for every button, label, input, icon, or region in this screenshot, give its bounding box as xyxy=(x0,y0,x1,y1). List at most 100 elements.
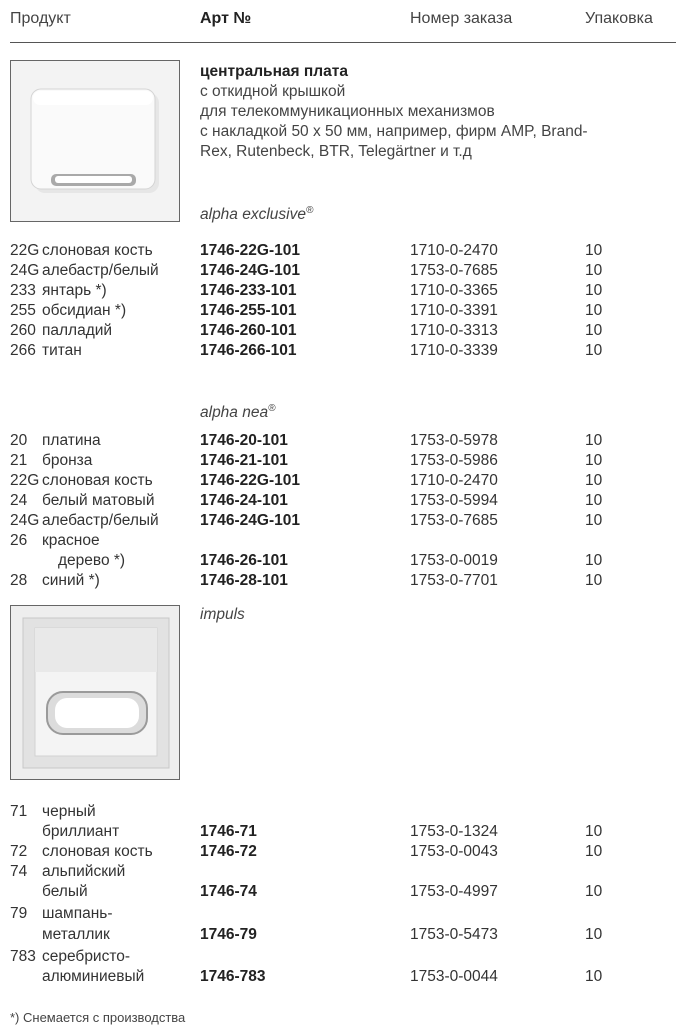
row-order: 1753-0-5986 xyxy=(410,452,498,469)
row-order: 1753-0-7685 xyxy=(410,512,498,529)
row-code: 79 xyxy=(10,905,28,922)
header-rule xyxy=(10,42,676,43)
row-pack: 10 xyxy=(585,342,603,359)
row-code: 24G xyxy=(10,512,40,529)
row-order: 1753-0-1324 xyxy=(410,823,498,840)
row-pack: 10 xyxy=(585,242,603,259)
row-name: красное xyxy=(42,532,100,549)
row-article: 1746-74 xyxy=(200,883,257,900)
row-pack: 10 xyxy=(585,926,603,943)
flap-cover-drawing xyxy=(11,61,179,221)
row-code: 24 xyxy=(10,492,28,509)
row-order: 1753-0-0044 xyxy=(410,968,498,985)
row-order: 1710-0-3391 xyxy=(410,302,498,319)
row-article: 1746-783 xyxy=(200,968,266,985)
row-order: 1753-0-4997 xyxy=(410,883,498,900)
row-article: 1746-79 xyxy=(200,926,257,943)
row-name: слоновая кость xyxy=(42,242,153,259)
row-pack: 10 xyxy=(585,552,603,569)
row-code: 22G xyxy=(10,242,40,259)
row-name-cont: белый xyxy=(42,883,88,900)
row-name: серебристо- xyxy=(42,948,131,965)
row-code: 266 xyxy=(10,342,36,359)
row-code: 74 xyxy=(10,863,28,880)
row-pack: 10 xyxy=(585,968,603,985)
row-code: 26 xyxy=(10,532,28,549)
header-article: Арт № xyxy=(200,10,252,27)
header-order: Номер заказа xyxy=(410,10,513,27)
row-order: 1710-0-2470 xyxy=(410,242,498,259)
row-order: 1753-0-5994 xyxy=(410,492,498,509)
row-order: 1753-0-0043 xyxy=(410,843,498,860)
row-pack: 10 xyxy=(585,572,603,589)
row-code: 21 xyxy=(10,452,28,469)
row-code: 72 xyxy=(10,843,28,860)
impuls-plate-drawing xyxy=(11,606,179,779)
row-name: слоновая кость xyxy=(42,843,153,860)
row-code: 28 xyxy=(10,572,28,589)
row-order: 1753-0-0019 xyxy=(410,552,498,569)
product-title: центральная плата xyxy=(200,63,348,80)
row-article: 1746-20-101 xyxy=(200,432,288,449)
series-title-nea: alpha nea® xyxy=(200,403,276,422)
row-pack: 10 xyxy=(585,432,603,449)
row-article: 1746-71 xyxy=(200,823,257,840)
row-name-cont: бриллиант xyxy=(42,823,120,840)
row-article: 1746-24G-101 xyxy=(200,262,300,279)
row-name: алебастр/белый xyxy=(42,262,159,279)
series-title-impuls: impuls xyxy=(200,606,245,623)
row-order: 1710-0-3365 xyxy=(410,282,498,299)
row-order: 1710-0-3313 xyxy=(410,322,498,339)
row-order: 1710-0-3339 xyxy=(410,342,498,359)
row-pack: 10 xyxy=(585,512,603,529)
row-article: 1746-22G-101 xyxy=(200,472,300,489)
row-code: 24G xyxy=(10,262,40,279)
row-pack: 10 xyxy=(585,472,603,489)
product-desc-line: с откидной крышкой xyxy=(200,83,346,100)
row-code: 233 xyxy=(10,282,36,299)
row-name: обсидиан *) xyxy=(42,302,127,319)
row-article: 1746-26-101 xyxy=(200,552,288,569)
product-desc-line: Rex, Rutenbeck, BTR, Telegärtner и т.д xyxy=(200,143,472,160)
row-pack: 10 xyxy=(585,843,603,860)
row-pack: 10 xyxy=(585,282,603,299)
row-article: 1746-72 xyxy=(200,843,257,860)
row-order: 1753-0-5978 xyxy=(410,432,498,449)
row-name: янтарь *) xyxy=(42,282,107,299)
row-pack: 10 xyxy=(585,823,603,840)
row-pack: 10 xyxy=(585,302,603,319)
row-code: 260 xyxy=(10,322,36,339)
row-order: 1710-0-2470 xyxy=(410,472,498,489)
row-name-cont: дерево *) xyxy=(58,552,126,569)
row-code: 255 xyxy=(10,302,36,319)
row-order: 1753-0-7701 xyxy=(410,572,498,589)
row-article: 1746-21-101 xyxy=(200,452,288,469)
row-pack: 10 xyxy=(585,492,603,509)
product-desc-line: для телекоммуникационных механизмов xyxy=(200,103,495,120)
row-article: 1746-266-101 xyxy=(200,342,297,359)
row-code: 783 xyxy=(10,948,36,965)
row-code: 71 xyxy=(10,803,28,820)
row-pack: 10 xyxy=(585,883,603,900)
row-name: палладий xyxy=(42,322,113,339)
row-article: 1746-22G-101 xyxy=(200,242,300,259)
header-product: Продукт xyxy=(10,10,71,27)
row-pack: 10 xyxy=(585,452,603,469)
row-name: платина xyxy=(42,432,101,449)
row-name-cont: алюминиевый xyxy=(42,968,145,985)
row-article: 1746-255-101 xyxy=(200,302,297,319)
row-order: 1753-0-7685 xyxy=(410,262,498,279)
series-title-exclusive: alpha exclusive® xyxy=(200,205,314,224)
row-pack: 10 xyxy=(585,322,603,339)
footnote: *) Снемается с производства xyxy=(10,1010,186,1025)
row-article: 1746-28-101 xyxy=(200,572,288,589)
row-article: 1746-233-101 xyxy=(200,282,297,299)
product-image-flap xyxy=(10,60,180,222)
row-name: белый матовый xyxy=(42,492,155,509)
row-article: 1746-24-101 xyxy=(200,492,288,509)
row-name: альпийский xyxy=(42,863,126,880)
row-name: титан xyxy=(42,342,82,359)
row-name: черный xyxy=(42,803,96,820)
row-name: шампань- xyxy=(42,905,113,922)
row-name: алебастр/белый xyxy=(42,512,159,529)
